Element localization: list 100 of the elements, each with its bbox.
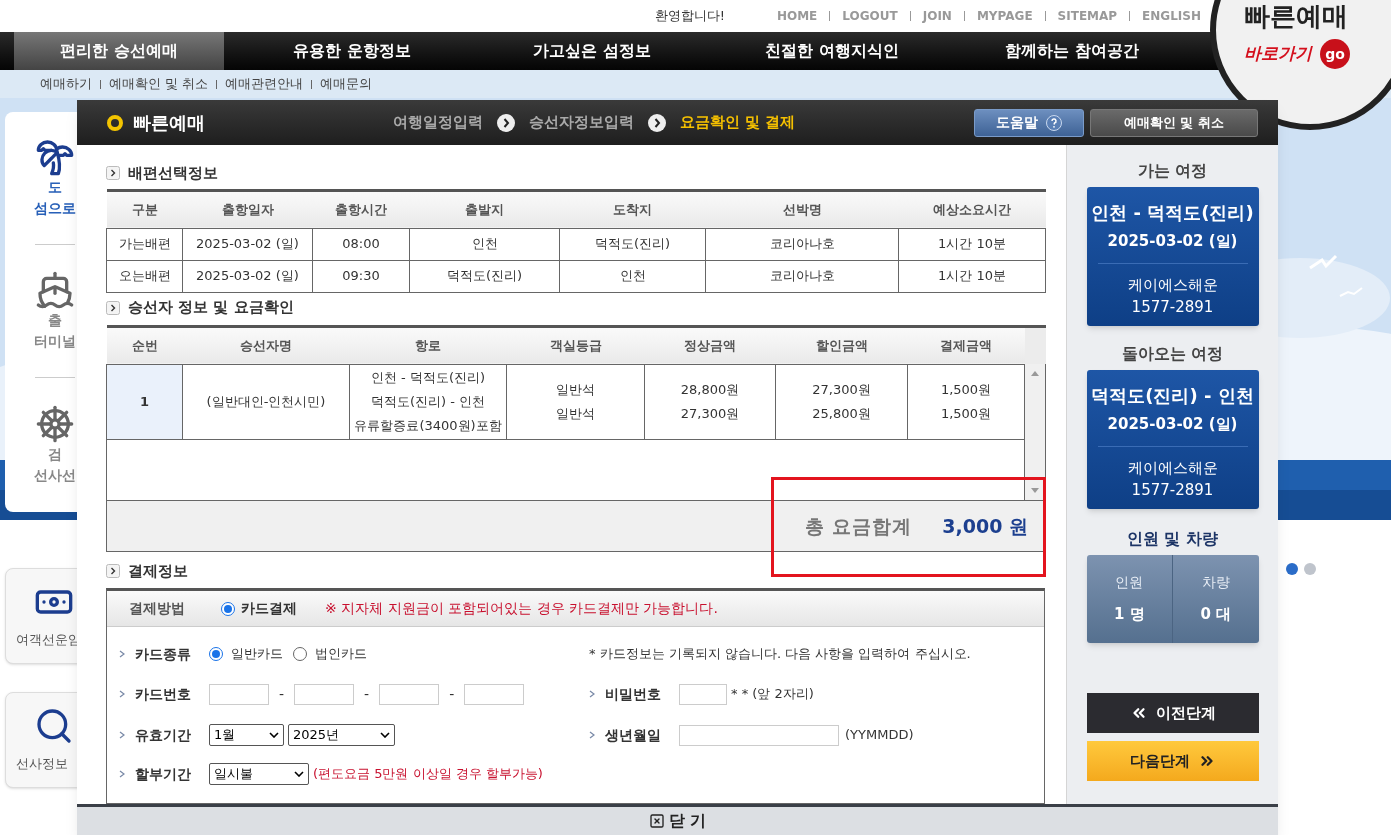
chevron-down-icon xyxy=(294,771,304,777)
trip-card: 덕적도(진리) - 인천 2025-03-02 (일) 케이에스해운 1577-2891 xyxy=(1086,370,1259,509)
help-icon xyxy=(1046,114,1062,131)
radio-label[interactable]: 법인카드 xyxy=(315,644,367,664)
table-cell: 덕적도(진리) xyxy=(559,228,706,260)
field-label: 카드종류 xyxy=(135,644,192,664)
help-button[interactable]: 도움말 xyxy=(974,108,1084,137)
section-title: 배편선택정보 xyxy=(128,162,218,184)
table-cell: 인천 xyxy=(409,228,560,260)
menu-icon xyxy=(35,270,75,310)
field-label: 유효기간 xyxy=(135,725,192,745)
input-field[interactable] xyxy=(379,683,440,705)
radio-label[interactable]: 일반카드 xyxy=(231,644,283,664)
column-header: 객실등급 xyxy=(506,326,645,364)
trip-heading: 가는 여정 xyxy=(1137,160,1208,182)
people-label: 차량 xyxy=(1201,573,1230,593)
section-title: 승선자 정보 및 요금확인 xyxy=(128,297,294,319)
input-field[interactable] xyxy=(679,724,839,746)
nav-tab[interactable]: 함께하는 참여공간 xyxy=(952,32,1192,70)
side-menu-item[interactable]: 터미널 xyxy=(34,331,76,352)
table-cell: 가는배편 xyxy=(106,228,183,260)
side-menu-item[interactable]: 출 xyxy=(48,310,62,331)
input-field[interactable] xyxy=(464,683,525,705)
installment-note: (편도요금 5만원 이상일 경우 할부가능) xyxy=(313,765,543,784)
side-menu-item[interactable]: 섬으로 xyxy=(34,198,76,219)
subnav-link[interactable]: 예매확인 및 취소 xyxy=(109,74,209,94)
field-label: 결제방법 xyxy=(129,599,186,618)
radio-button[interactable] xyxy=(221,601,235,616)
dropdown[interactable]: 일시불 xyxy=(209,763,309,785)
input-field[interactable] xyxy=(294,683,355,705)
chevron-icon xyxy=(106,165,120,180)
chevron-icon xyxy=(106,564,120,578)
table-cell: 28,800원 27,300원 xyxy=(644,364,776,439)
field-label: 카드번호 xyxy=(135,684,192,704)
nav-tab[interactable]: 가고싶은 섬정보 xyxy=(472,32,712,70)
trip-heading: 돌아오는 여정 xyxy=(1121,343,1224,365)
bullet-icon xyxy=(119,650,125,658)
people-value: 0 대 xyxy=(1200,604,1232,626)
nav-tab[interactable]: 편리한 승선예매 xyxy=(14,32,224,70)
bullet-icon xyxy=(119,690,125,698)
separator-text: - xyxy=(279,684,285,704)
subnav-link[interactable]: 예매하기 xyxy=(40,74,92,94)
card-note: * 카드정보는 기록되지 않습니다. 다음 사항을 입력하여 주십시오. xyxy=(589,645,971,664)
table-cell: 2025-03-02 (일) xyxy=(182,228,313,260)
people-label: 인원 xyxy=(1115,573,1144,593)
column-header: 할인금액 xyxy=(775,326,908,364)
field-hint: * * (앞 2자리) xyxy=(731,685,814,704)
table-cell: 덕적도(진리) xyxy=(409,260,560,292)
nav-tab[interactable]: 친절한 여행지식인 xyxy=(712,32,952,70)
bullet-icon xyxy=(119,770,125,778)
total-amount: 3,000 원 xyxy=(942,513,1028,539)
chevron-down-icon xyxy=(380,732,390,738)
prev-step-button[interactable]: 이전단계 xyxy=(1086,693,1259,733)
side-menu-item[interactable]: 도 xyxy=(48,177,62,198)
column-header: 예상소요시간 xyxy=(898,190,1046,228)
radio-label[interactable]: 카드결제 xyxy=(241,598,297,619)
column-header: 출항일자 xyxy=(182,190,313,228)
people-heading: 인원 및 차량 xyxy=(1126,528,1219,550)
subnav-link[interactable]: 예매관련안내 xyxy=(225,74,304,94)
table-cell: 인천 xyxy=(559,260,706,292)
step-label: 승선자정보입력 xyxy=(529,112,634,134)
side-menu-item[interactable]: 검 xyxy=(48,443,62,465)
field-label: 비밀번호 xyxy=(605,684,662,704)
radio-button[interactable] xyxy=(293,647,307,661)
notice-text: ※ 지자체 지원금이 포함되어있는 경우 카드결제만 가능합니다. xyxy=(325,599,718,618)
dropdown[interactable]: 2025년 xyxy=(288,724,395,746)
next-step-button[interactable]: 다음단계 xyxy=(1086,741,1259,781)
separator-text: - xyxy=(364,684,370,704)
chevron-icon xyxy=(106,300,120,315)
table-cell: 2025-03-02 (일) xyxy=(182,260,313,292)
table-cell: 27,300원 25,800원 xyxy=(775,364,908,439)
side-menu-item[interactable]: 선사선 xyxy=(34,464,76,486)
column-header: 도착지 xyxy=(559,190,706,228)
step-label: 여행일정입력 xyxy=(393,112,483,134)
column-header: 선박명 xyxy=(705,190,899,228)
input-field[interactable] xyxy=(209,683,269,705)
column-header: 구분 xyxy=(106,190,183,228)
greeting-text: 환영합니다! xyxy=(654,7,725,26)
close-button[interactable]: 닫 기 xyxy=(648,809,707,833)
table-cell: 인천 - 덕적도(진리) 덕적도(진리) - 인천 유류할증료(3400원)포함 xyxy=(349,364,507,439)
bullet-icon xyxy=(589,731,595,739)
section-title: 결제정보 xyxy=(128,560,188,582)
bullet-icon xyxy=(119,731,125,739)
nav-tab[interactable]: 유용한 운항정보 xyxy=(232,32,472,70)
menu-icon xyxy=(35,137,75,177)
radio-button[interactable] xyxy=(209,647,223,661)
column-header: 항로 xyxy=(349,326,507,364)
chevron-down-icon xyxy=(269,732,279,738)
column-header: 승선자명 xyxy=(182,326,350,364)
dropdown[interactable]: 1월 xyxy=(209,724,284,746)
reservation-button[interactable]: 예매확인 및 취소 xyxy=(1090,108,1258,137)
table-cell: 09:30 xyxy=(312,260,410,292)
table-cell: 1시간 10분 xyxy=(898,260,1046,292)
input-field[interactable] xyxy=(679,683,727,705)
table-cell: (일반대인-인천시민) xyxy=(182,364,350,439)
bullet-icon xyxy=(589,690,595,698)
subnav-link[interactable]: 예매문의 xyxy=(320,74,373,94)
table-cell: 코리아나호 xyxy=(705,260,899,292)
field-hint: (YYMMDD) xyxy=(845,726,914,745)
table-cell: 1시간 10분 xyxy=(898,228,1046,260)
